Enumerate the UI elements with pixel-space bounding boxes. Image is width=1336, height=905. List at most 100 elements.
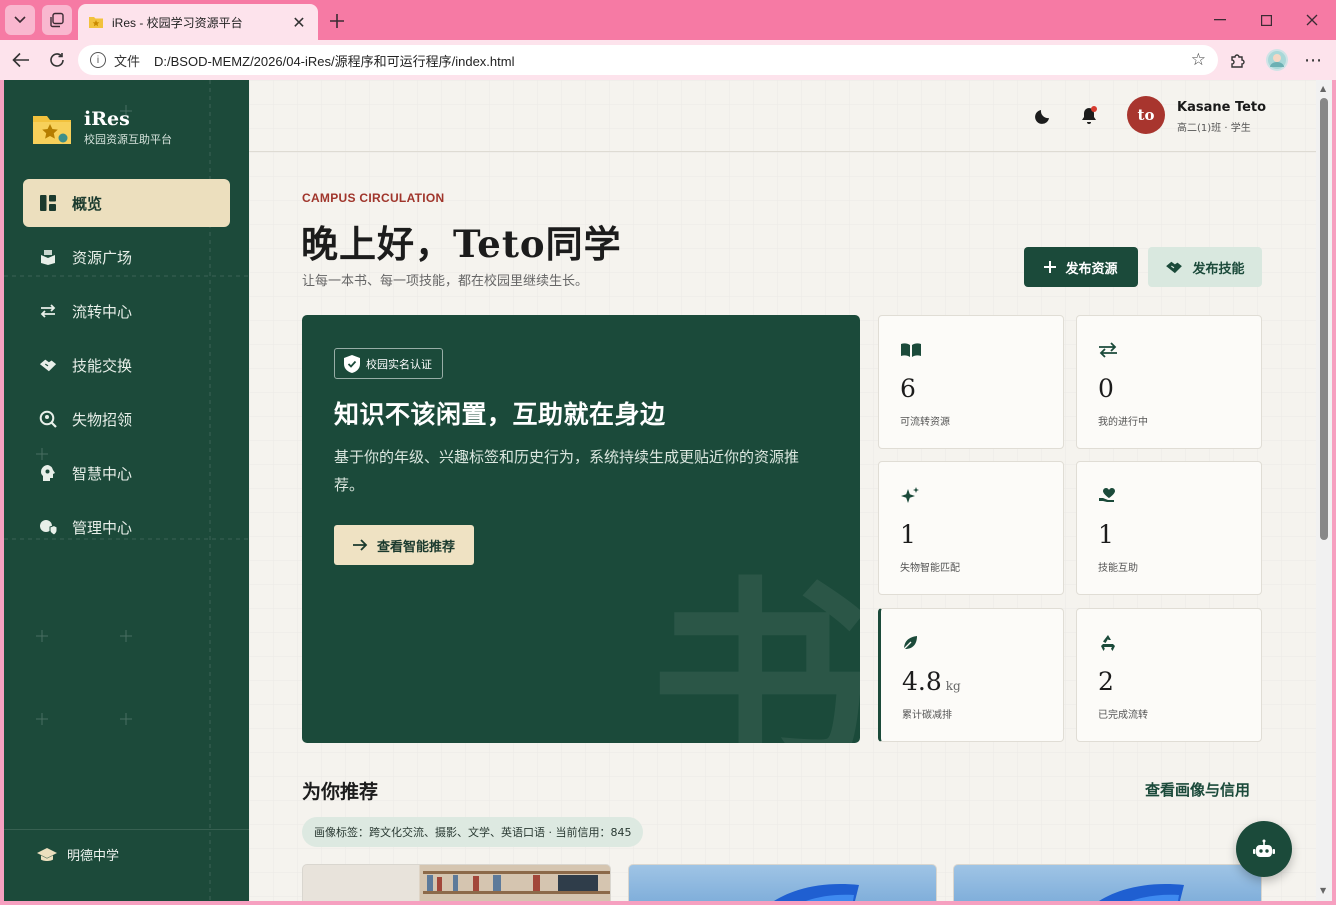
windows-wallpaper-image — [1099, 884, 1184, 901]
main-content: to Kasane Teto 高二(1)班 · 学生 CAMPUS CIRCUL… — [249, 80, 1332, 901]
recommend-card[interactable] — [302, 864, 611, 901]
assistant-fab-button[interactable] — [1236, 821, 1292, 877]
minimize-button[interactable] — [1207, 8, 1233, 32]
recommend-card[interactable] — [953, 864, 1262, 901]
browser-menu-button[interactable]: ⋯ — [1302, 49, 1324, 71]
profile-avatar-icon — [1268, 51, 1286, 69]
publish-resource-button[interactable]: 发布资源 — [1024, 247, 1138, 287]
folder-star-logo-icon — [33, 115, 71, 144]
admin-shield-icon — [39, 518, 57, 536]
tab-close-icon[interactable]: ✕ — [290, 13, 308, 32]
stat-card-lost-match[interactable]: 1 失物智能匹配 — [878, 461, 1064, 595]
sidebar-item-resources[interactable]: 资源广场 — [23, 233, 230, 281]
folder-star-favicon-icon — [88, 14, 104, 30]
address-input[interactable]: i 文件 D:/BSOD-MEMZ/2026/04-iRes/源程序和可运行程序… — [78, 45, 1218, 75]
stat-card-completed[interactable]: 2 已完成流转 — [1076, 608, 1262, 742]
sparkles-icon — [900, 486, 922, 506]
brand-subtitle: 校园资源互助平台 — [84, 133, 172, 146]
brain-icon — [39, 464, 57, 482]
handshake-icon — [1165, 260, 1183, 274]
stat-value: 0 — [1098, 374, 1114, 403]
stat-value: 4.8 kg — [902, 667, 961, 696]
dashboard-icon — [39, 194, 57, 212]
view-recommendations-label: 查看智能推荐 — [376, 539, 455, 555]
publish-skill-label: 发布技能 — [1192, 261, 1245, 277]
user-class-role: 高二(1)班 · 学生 — [1177, 123, 1251, 134]
url-text: D:/BSOD-MEMZ/2026/04-iRes/源程序和可运行程序/inde… — [154, 53, 515, 69]
sidebar-item-skills[interactable]: 技能交换 — [23, 341, 230, 389]
sidebar-item-lost-found[interactable]: 失物招领 — [23, 395, 230, 443]
browser-tab-active[interactable]: iRes - 校园学习资源平台 ✕ — [78, 4, 318, 40]
sidebar-item-circulation[interactable]: 流转中心 — [23, 287, 230, 335]
hero-decorative-glyph: 书 — [650, 555, 860, 744]
sidebar-item-admin[interactable]: 管理中心 — [23, 503, 230, 551]
tab-list-button[interactable] — [5, 5, 35, 35]
user-name[interactable]: Kasane Teto — [1177, 100, 1266, 115]
sidebar-item-label: 资源广场 — [72, 248, 133, 267]
stat-label: 已完成流转 — [1098, 710, 1148, 721]
extensions-button[interactable] — [1227, 49, 1249, 71]
browser-tab-bar: iRes - 校园学习资源平台 ✕ — [0, 0, 1336, 40]
handshake-icon — [39, 356, 57, 374]
copy-tabs-icon — [50, 12, 64, 28]
profile-tags-pill: 画像标签：跨文化交流、摄影、文学、英语口语 · 当前信用：845 — [302, 817, 644, 847]
sidebar-item-label: 智慧中心 — [72, 464, 133, 483]
scrollbar-thumb[interactable] — [1320, 98, 1328, 540]
graduation-cap-icon — [37, 847, 57, 861]
stat-card-skill-help[interactable]: 1 技能互助 — [1076, 461, 1262, 595]
notifications-button[interactable] — [1078, 105, 1100, 127]
minimize-icon — [1214, 19, 1226, 21]
stat-card-in-progress[interactable]: 0 我的进行中 — [1076, 315, 1262, 449]
profile-avatar[interactable] — [1266, 49, 1288, 71]
stat-card-available-resources[interactable]: 6 可流转资源 — [878, 315, 1064, 449]
hero-title: 知识不该闲置，互助就在身边 — [334, 400, 666, 429]
search-location-icon — [39, 410, 57, 428]
robot-icon — [1253, 839, 1275, 857]
page-title: 晚上好，Teto同学 — [301, 222, 622, 266]
school-info: 明德中学 — [37, 845, 119, 864]
view-profile-credit-link[interactable]: 查看画像与信用 — [1145, 779, 1250, 800]
recycle-icon — [1098, 633, 1120, 653]
windows-wallpaper-image — [774, 884, 859, 901]
close-window-button[interactable] — [1299, 8, 1325, 32]
view-recommendations-button[interactable]: 查看智能推荐 — [334, 525, 474, 565]
stat-label: 累计碳减排 — [902, 710, 952, 721]
leaf-icon — [902, 633, 924, 653]
publish-skill-button[interactable]: 发布技能 — [1148, 247, 1262, 287]
bookshelf-image — [423, 871, 610, 894]
browser-address-bar: i 文件 D:/BSOD-MEMZ/2026/04-iRes/源程序和可运行程序… — [0, 40, 1336, 80]
stat-card-carbon[interactable]: 4.8 kg 累计碳减排 — [878, 608, 1064, 742]
arrow-right-icon — [352, 539, 368, 551]
new-tab-button[interactable] — [324, 8, 350, 34]
puzzle-icon — [1231, 54, 1245, 68]
stat-value: 1 — [1098, 520, 1114, 549]
verified-badge-label: 校园实名认证 — [366, 357, 432, 371]
maximize-button[interactable] — [1253, 8, 1279, 32]
stat-value: 2 — [1098, 667, 1114, 696]
workspaces-button[interactable] — [42, 5, 72, 35]
sidebar-item-smart-center[interactable]: 智慧中心 — [23, 449, 230, 497]
user-avatar[interactable]: to — [1127, 96, 1165, 134]
theme-toggle-button[interactable] — [1032, 105, 1054, 127]
plus-icon — [330, 14, 344, 28]
sidebar-item-label: 流转中心 — [72, 302, 133, 321]
hand-heart-icon — [1098, 486, 1120, 506]
bell-icon — [1082, 106, 1097, 124]
brand[interactable]: iRes 校园资源互助平台 — [32, 108, 172, 147]
reload-button[interactable] — [44, 48, 70, 72]
recommend-section-title: 为你推荐 — [302, 781, 379, 803]
arrow-left-icon — [12, 52, 29, 68]
info-icon[interactable]: i — [90, 52, 106, 68]
stat-unit: kg — [945, 679, 961, 693]
page-viewport: iRes 校园资源互助平台 概览 资源广场 流转中心 技能交换 失物招领 智慧中… — [4, 80, 1332, 901]
recommend-card[interactable] — [628, 864, 937, 901]
scroll-up-arrow-icon[interactable]: ▲ — [1320, 84, 1326, 93]
sidebar-footer-divider — [4, 829, 249, 830]
star-bookmark-icon[interactable]: ☆ — [1191, 50, 1206, 70]
back-button[interactable] — [8, 48, 34, 72]
chevron-down-icon — [14, 16, 26, 24]
sidebar-item-overview[interactable]: 概览 — [23, 179, 230, 227]
scroll-down-arrow-icon[interactable]: ▼ — [1320, 886, 1326, 895]
plus-icon — [1044, 261, 1057, 273]
page-scrollbar[interactable]: ▲ ▼ — [1316, 80, 1332, 901]
